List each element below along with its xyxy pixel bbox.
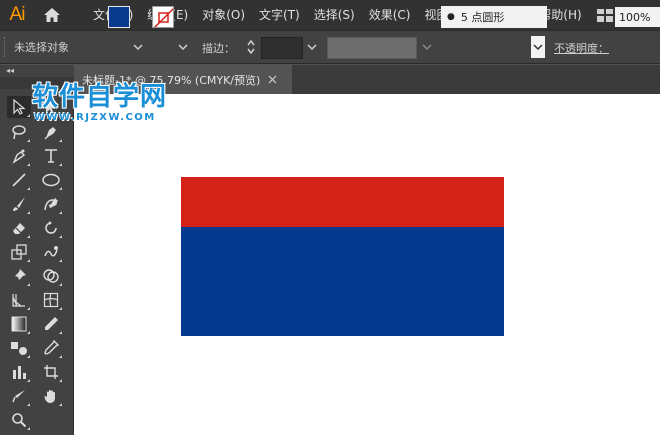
rotate-icon bbox=[45, 221, 57, 234]
symbol-sprayer-tool[interactable] bbox=[39, 337, 63, 359]
panel-grip[interactable] bbox=[4, 37, 10, 57]
curvature-pen-icon bbox=[12, 149, 26, 164]
stepper-icon bbox=[247, 39, 255, 55]
gradient-tool[interactable] bbox=[7, 313, 31, 335]
perspective-grid-tool[interactable] bbox=[7, 289, 31, 311]
hand-icon bbox=[44, 390, 55, 403]
gradient-icon bbox=[11, 316, 27, 332]
zoom-tool[interactable] bbox=[7, 409, 31, 431]
stroke-weight-stepper[interactable] bbox=[244, 37, 258, 57]
pen-tool[interactable] bbox=[39, 121, 63, 143]
pin-icon bbox=[13, 269, 26, 282]
red-rectangle[interactable] bbox=[181, 177, 504, 227]
stroke-weight-dropdown[interactable] bbox=[305, 37, 319, 57]
stroke-label: 描边： bbox=[202, 42, 235, 55]
opacity-input[interactable]: 100% bbox=[615, 7, 660, 27]
chevron-down-icon bbox=[533, 44, 543, 51]
pen-icon bbox=[44, 127, 56, 140]
menu-select[interactable]: 选择(S) bbox=[307, 0, 362, 30]
brush-dot-icon: ● bbox=[447, 12, 455, 22]
fill-color-swatch[interactable] bbox=[108, 6, 130, 28]
line-segment-icon bbox=[12, 173, 26, 187]
eyedropper-tool[interactable] bbox=[39, 313, 63, 335]
watermark-url: WWW.RJZXW.COM bbox=[34, 112, 156, 123]
artboard-tool[interactable] bbox=[39, 361, 63, 383]
rotate-tool[interactable] bbox=[39, 217, 63, 239]
brush-dropdown[interactable] bbox=[531, 36, 545, 58]
knife-icon bbox=[12, 390, 25, 403]
magic-wand-tool[interactable] bbox=[7, 121, 31, 143]
stroke-weight-input[interactable] bbox=[261, 37, 303, 59]
selection-arrow-icon bbox=[13, 99, 26, 115]
stroke-color-swatch[interactable] bbox=[152, 6, 174, 28]
shaper-icon bbox=[44, 198, 58, 211]
warp-tool[interactable] bbox=[39, 241, 63, 263]
menu-object[interactable]: 对象(O) bbox=[195, 0, 252, 30]
toolbox bbox=[0, 89, 74, 435]
watermark-title: 软件自学网 bbox=[32, 82, 168, 112]
stroke-dropdown[interactable] bbox=[176, 37, 190, 57]
eraser-tool[interactable] bbox=[7, 217, 31, 239]
variable-width-profile[interactable] bbox=[327, 37, 417, 59]
home-icon bbox=[44, 8, 60, 22]
opacity-label[interactable]: 不透明度： bbox=[554, 40, 609, 56]
column-graph-tool[interactable] bbox=[7, 361, 31, 383]
chevron-down-icon bbox=[422, 44, 432, 51]
selection-tool[interactable] bbox=[7, 96, 31, 118]
type-t-icon bbox=[45, 149, 57, 163]
magnifier-icon bbox=[12, 413, 27, 428]
shaper-tool[interactable] bbox=[39, 193, 63, 215]
workspace-grid-icon bbox=[597, 8, 613, 22]
line-tool[interactable] bbox=[7, 169, 31, 191]
chevron-down-icon bbox=[133, 44, 143, 51]
home-button[interactable] bbox=[34, 0, 70, 30]
blue-rectangle[interactable] bbox=[181, 227, 504, 336]
lasso-icon bbox=[12, 125, 26, 140]
toolbox-collapse[interactable]: ◂◂ bbox=[0, 65, 74, 77]
app-logo: Ai bbox=[9, 4, 26, 25]
paintbrush-tool[interactable] bbox=[7, 193, 31, 215]
chevron-down-icon bbox=[307, 44, 317, 51]
perspective-grid-icon bbox=[12, 294, 25, 307]
watermark: 软件自学网 WWW.RJZXW.COM bbox=[32, 82, 182, 123]
eraser-icon bbox=[13, 223, 25, 234]
mesh-icon bbox=[43, 292, 59, 308]
shape-builder-tool[interactable] bbox=[39, 265, 63, 287]
no-stroke-icon bbox=[153, 7, 173, 27]
ellipse-icon bbox=[42, 173, 60, 187]
artboard-icon bbox=[44, 365, 58, 379]
type-tool[interactable] bbox=[39, 145, 63, 167]
eyedropper-dropper-icon bbox=[44, 340, 59, 355]
close-icon[interactable] bbox=[268, 75, 277, 84]
ellipse-tool[interactable] bbox=[39, 169, 63, 191]
slice-tool[interactable] bbox=[7, 385, 31, 407]
artboard-canvas[interactable] bbox=[74, 94, 660, 435]
scale-icon bbox=[11, 244, 27, 260]
bar-graph-icon bbox=[13, 366, 26, 379]
free-transform-tool[interactable] bbox=[7, 265, 31, 287]
eyedropper-icon bbox=[45, 317, 58, 330]
selection-status: 未选择对象 bbox=[14, 41, 69, 54]
shape-builder-icon bbox=[43, 269, 59, 283]
mesh-tool[interactable] bbox=[39, 289, 63, 311]
blend-tool[interactable] bbox=[7, 337, 31, 359]
warp-icon bbox=[44, 246, 58, 257]
profile-dropdown[interactable] bbox=[420, 37, 434, 57]
curvature-tool[interactable] bbox=[7, 145, 31, 167]
paintbrush-icon bbox=[13, 197, 25, 211]
hand-tool[interactable] bbox=[39, 385, 63, 407]
menu-bar: Ai 文件(F) 编辑(E) 对象(O) 文字(T) 选择(S) 效果(C) 视… bbox=[0, 0, 660, 30]
brush-value: 5 点圆形 bbox=[460, 11, 505, 24]
menu-effect[interactable]: 效果(C) bbox=[362, 0, 418, 30]
menu-type[interactable]: 文字(T) bbox=[252, 0, 307, 30]
brush-definition[interactable]: ● 5 点圆形 bbox=[441, 6, 547, 28]
chevron-down-icon bbox=[178, 44, 188, 51]
blend-icon bbox=[11, 342, 27, 355]
scale-tool[interactable] bbox=[7, 241, 31, 263]
fill-dropdown[interactable] bbox=[131, 37, 145, 57]
